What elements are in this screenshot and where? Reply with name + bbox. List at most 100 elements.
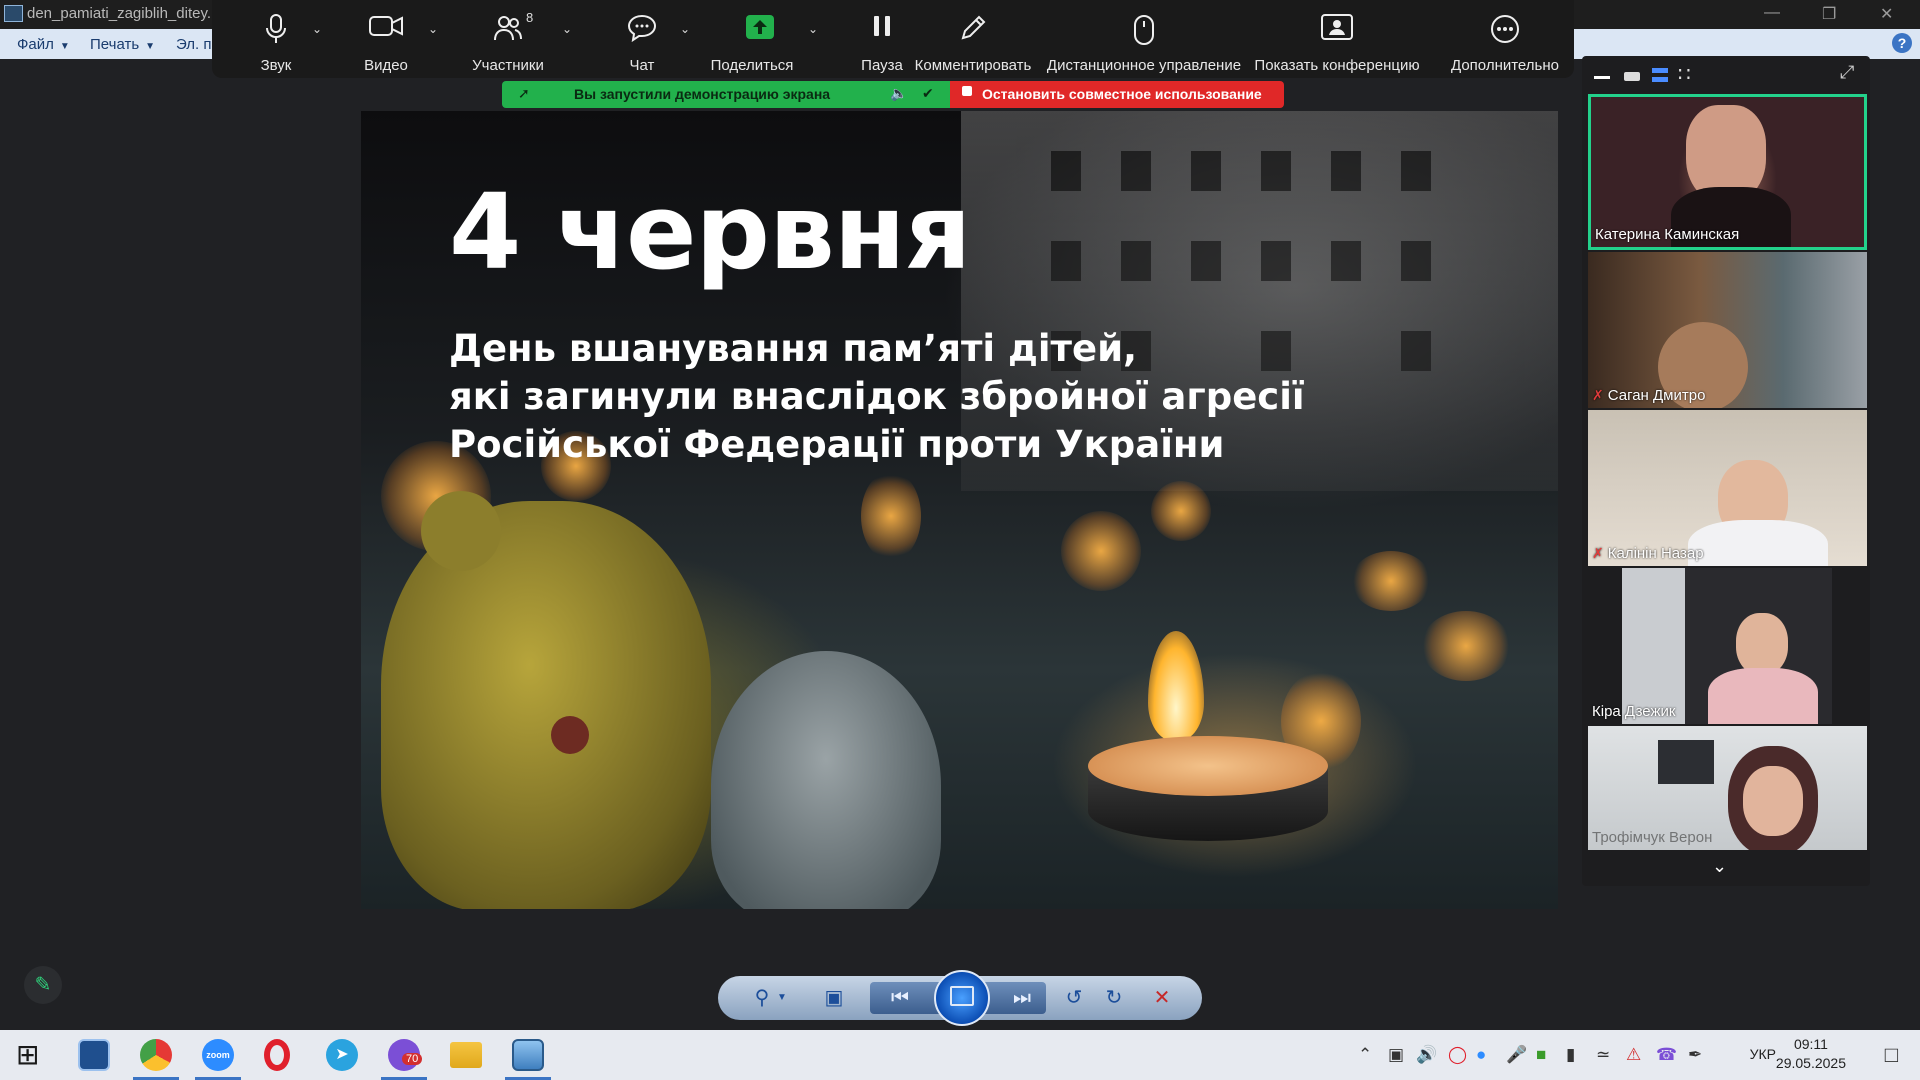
participants-icon (494, 16, 522, 41)
viber-tray-icon[interactable]: ☎ (1656, 1045, 1677, 1065)
annotate-pencil-icon[interactable]: ✎ (24, 966, 62, 1004)
participant-name-row: ✗ Саган Дмитро (1592, 387, 1705, 404)
notification-badge: 70 (402, 1053, 423, 1065)
slideshow-button[interactable] (934, 970, 990, 1026)
rotate-right-icon[interactable]: ↻ (1102, 986, 1126, 1010)
menu-print[interactable]: Печать ▼ (90, 36, 155, 53)
show-meeting-button[interactable]: Показать конференцию (1252, 0, 1422, 78)
rotate-left-icon[interactable]: ↺ (1062, 986, 1086, 1010)
strip-view-icon[interactable] (1652, 68, 1668, 82)
zoom-chevron-icon[interactable]: ▼ (770, 986, 794, 1010)
grid-view-icon[interactable]: ∷ (1678, 62, 1691, 87)
slide-subtitle-line: які загинули внаслідок збройної агресії (449, 375, 1305, 418)
chat-button[interactable]: ⌄ Чат (588, 0, 696, 78)
camera-tray-icon[interactable]: ▣ (1388, 1045, 1404, 1065)
share-screen-button[interactable]: ⌄ Поделиться (690, 0, 830, 78)
telegram-icon[interactable]: ➤ (326, 1039, 358, 1071)
candle-image (1088, 736, 1328, 846)
teddy-bear-image (381, 501, 711, 909)
taskbar: ⊞ zoom ➤ 70 ⌃ ▣ 🔊 ◯ ● 🎤 ■ ▮ ≃ ⚠ ☎ ✒ УКР … (0, 1030, 1920, 1080)
zoom-meeting-toolbar: ⌄ Звук ⌄ Видео 8 ⌄ Участники ⌄ Чат ⌄ Под… (212, 0, 1574, 78)
menu-file[interactable]: Файл ▼ (17, 36, 70, 53)
opera-tray-icon[interactable]: ◯ (1448, 1045, 1467, 1065)
wifi-icon[interactable]: ≃ (1596, 1045, 1610, 1065)
participant-name: Калінін Назар (1607, 545, 1704, 562)
teddy-bear-ear (421, 491, 501, 571)
share-screen-icon (746, 15, 774, 39)
nvidia-tray-icon[interactable]: ■ (1536, 1045, 1546, 1065)
muted-mic-icon: ✗ (1592, 387, 1604, 403)
chat-icon (627, 14, 657, 42)
menu-email[interactable]: Эл. п (176, 36, 212, 53)
clock-time: 09:11 (1793, 1036, 1828, 1052)
remote-control-button[interactable]: Дистанционное управление (1040, 0, 1248, 78)
annotate-button[interactable]: Комментировать (900, 0, 1046, 78)
annotate-pencil-icon (961, 15, 986, 40)
warning-tray-icon[interactable]: ⚠ (1626, 1045, 1641, 1065)
more-icon (1491, 15, 1519, 43)
previous-icon[interactable]: ⏮ (888, 986, 912, 1010)
viewer-navigation-bar: ⚲ ▼ ▣ ⏮ ⏭ ↺ ↻ ✕ (718, 970, 1202, 1026)
teddy-bear-nose (551, 716, 589, 754)
participant-name-row: ✗ Калінін Назар (1592, 545, 1704, 562)
single-view-icon[interactable] (1624, 72, 1640, 81)
scroll-down-chevron-icon[interactable]: ⌄ (1712, 856, 1727, 877)
more-button[interactable]: Дополнительно (1444, 0, 1566, 78)
actual-size-icon[interactable]: ▣ (822, 986, 846, 1010)
minimize-panel-icon[interactable] (1594, 76, 1610, 79)
participant-tile[interactable]: ✗ Саган Дмитро (1588, 252, 1867, 408)
photo-viewer-icon[interactable] (512, 1039, 544, 1071)
bokeh-light (1061, 511, 1141, 591)
battery-icon[interactable]: ▮ (1566, 1045, 1575, 1065)
expand-panel-icon[interactable]: ⤢ (1840, 62, 1854, 83)
chat-options-chevron-icon[interactable]: ⌄ (680, 22, 690, 36)
zoom-tray-icon[interactable]: ● (1476, 1045, 1486, 1065)
participant-tile[interactable]: Катерина Каминская (1588, 94, 1867, 250)
keyboard-language[interactable]: УКР (1750, 1046, 1776, 1062)
pin-icon: ➚ (518, 85, 530, 101)
participant-tile[interactable]: Кіра Дзежик (1588, 568, 1867, 724)
screen-monitor-app-icon[interactable] (78, 1039, 110, 1071)
participant-name: Саган Дмитро (1607, 387, 1706, 404)
microphone-tray-icon[interactable]: 🎤 (1506, 1045, 1527, 1065)
participant-tile[interactable]: ✗ Калінін Назар (1588, 410, 1867, 566)
participants-options-chevron-icon[interactable]: ⌄ (562, 22, 572, 36)
zoom-app-icon[interactable]: zoom (202, 1039, 234, 1071)
chrome-icon[interactable] (140, 1039, 172, 1071)
pen-tray-icon[interactable]: ✒ (1688, 1045, 1702, 1065)
share-status-text: Вы запустили демонстрацию экрана (574, 86, 831, 102)
speaker-icon: 🔈 (890, 85, 908, 101)
slide-subtitle: День вшанування пам’яті дітей, які загин… (449, 325, 1305, 469)
participant-name: Катерина Каминская (1595, 226, 1740, 243)
notifications-icon[interactable]: □ (1885, 1042, 1898, 1068)
participants-count: 8 (526, 10, 534, 25)
share-options-chevron-icon[interactable]: ⌄ (808, 22, 818, 36)
start-windows-icon[interactable]: ⊞ (16, 1039, 48, 1071)
minimize-icon[interactable]: — (1764, 4, 1780, 22)
volume-icon[interactable]: 🔊 (1416, 1045, 1437, 1065)
pause-icon (874, 16, 890, 36)
show-hidden-icons-chevron-icon[interactable]: ⌃ (1358, 1045, 1372, 1065)
share-status-indicator[interactable]: ➚ Вы запустили демонстрацию экрана 🔈 ✔ (502, 81, 950, 108)
stop-square-icon (962, 86, 972, 96)
next-icon[interactable]: ⏭ (1010, 986, 1034, 1010)
participants-button[interactable]: 8 ⌄ Участники (442, 0, 574, 78)
close-icon[interactable]: ✕ (1880, 4, 1893, 24)
audio-button[interactable]: ⌄ Звук (232, 0, 322, 78)
delete-icon[interactable]: ✕ (1150, 986, 1174, 1010)
video-options-chevron-icon[interactable]: ⌄ (428, 22, 438, 36)
file-explorer-icon[interactable] (450, 1042, 482, 1068)
restore-icon[interactable]: ❐ (1822, 4, 1836, 24)
audio-options-chevron-icon[interactable]: ⌄ (312, 22, 322, 36)
security-shield-icon: ✔ (922, 85, 934, 101)
help-icon[interactable]: ? (1892, 33, 1912, 53)
bokeh-light (861, 471, 921, 561)
bokeh-light (1351, 551, 1431, 611)
video-button[interactable]: ⌄ Видео (334, 0, 438, 78)
clock[interactable]: 09:11 29.05.2025 (1776, 1035, 1846, 1073)
opera-icon[interactable] (264, 1039, 290, 1071)
toy-bunny-image (711, 651, 941, 909)
shared-slide: 4 червня День вшанування пам’яті дітей, … (361, 111, 1558, 909)
stop-share-button[interactable]: Остановить совместное использование (950, 81, 1284, 108)
participant-tile[interactable]: Трофімчук Верон (1588, 726, 1867, 850)
